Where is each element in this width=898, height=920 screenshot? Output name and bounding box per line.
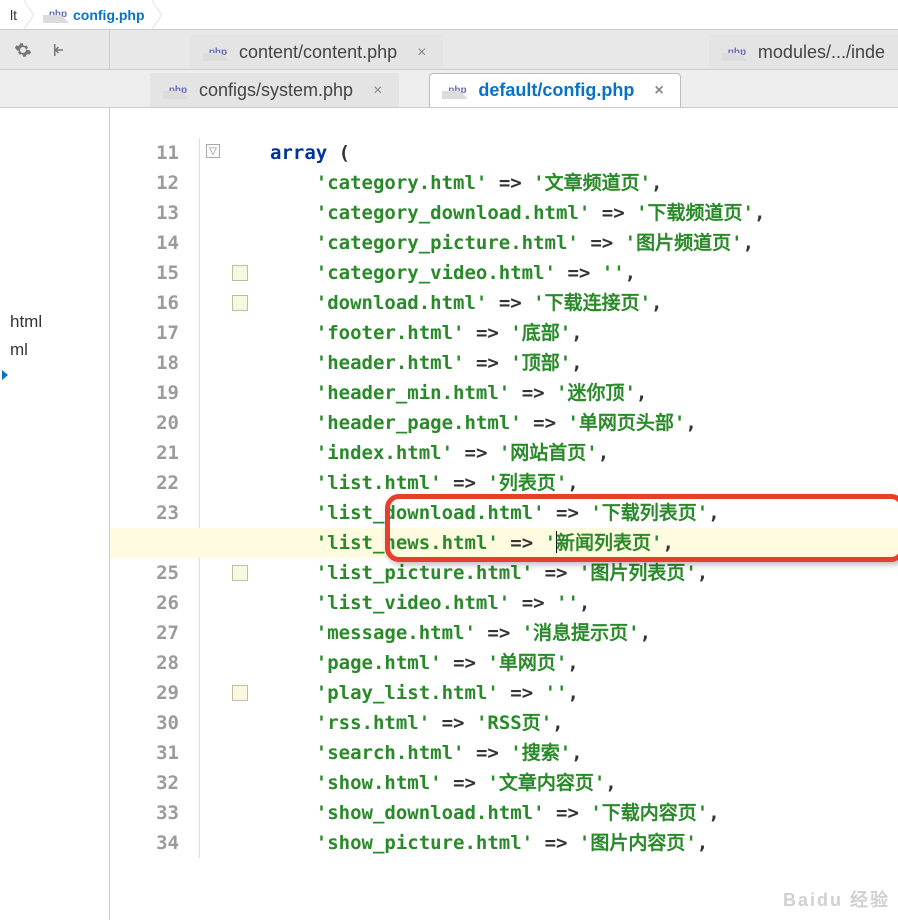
tab-row-2: php configs/system.php × php default/con…	[0, 70, 898, 108]
code-line: 'category_picture.html' => '图片频道页',	[270, 228, 898, 258]
php-file-icon: php	[203, 43, 233, 63]
line-number: 26	[110, 588, 179, 618]
php-file-icon: php	[43, 5, 73, 25]
code-line: 'list_download.html' => '下载列表页',	[270, 498, 898, 528]
code-line: 'header.html' => '顶部',	[270, 348, 898, 378]
line-number: 32	[110, 768, 179, 798]
bookmark-marker[interactable]	[232, 565, 248, 581]
line-number: 15	[110, 258, 179, 288]
breadcrumb-item[interactable]: lt	[0, 0, 33, 29]
tab-label: default/config.php	[478, 80, 634, 101]
code-line: 'show.html' => '文章内容页',	[270, 768, 898, 798]
line-number-gutter: 1112131415161718192021222324252627282930…	[110, 138, 200, 858]
line-number: 19	[110, 378, 179, 408]
php-file-icon: php	[163, 81, 193, 101]
line-number: 22	[110, 468, 179, 498]
tab-config-php-active[interactable]: php default/config.php ×	[429, 73, 680, 107]
line-number: 13	[110, 198, 179, 228]
code-line: 'play_list.html' => '',	[270, 678, 898, 708]
tab-content-php[interactable]: php content/content.php ×	[190, 35, 443, 69]
php-file-icon: php	[722, 43, 752, 63]
line-number: 11	[110, 138, 179, 168]
code-content[interactable]: array ( 'category.html' => '文章频道页', 'cat…	[270, 138, 898, 858]
close-icon[interactable]: ×	[413, 44, 430, 62]
line-number: 29	[110, 678, 179, 708]
project-sidebar: html ml	[0, 108, 110, 920]
code-line: 'show_download.html' => '下载内容页',	[270, 798, 898, 828]
code-line: 'show_picture.html' => '图片内容页',	[270, 828, 898, 858]
breadcrumb-label: lt	[10, 7, 17, 23]
php-file-icon: php	[442, 81, 472, 101]
code-line: 'list_video.html' => '',	[270, 588, 898, 618]
tab-row-1: php content/content.php × php modules/..…	[110, 30, 898, 69]
line-number: 17	[110, 318, 179, 348]
tab-label: content/content.php	[239, 42, 397, 63]
line-number: 25	[110, 558, 179, 588]
code-line: 'message.html' => '消息提示页',	[270, 618, 898, 648]
code-line: 'category.html' => '文章频道页',	[270, 168, 898, 198]
code-line: 'index.html' => '网站首页',	[270, 438, 898, 468]
code-line: 'list_news.html' => '新闻列表页',	[110, 528, 898, 558]
close-icon[interactable]: ×	[369, 82, 386, 100]
tree-item-active[interactable]	[10, 364, 99, 372]
code-line: 'list.html' => '列表页',	[270, 468, 898, 498]
line-number: 14	[110, 228, 179, 258]
bookmark-marker[interactable]	[232, 295, 248, 311]
tree-item[interactable]: ml	[10, 336, 99, 364]
tab-label: configs/system.php	[199, 80, 353, 101]
line-number: 34	[110, 828, 179, 858]
line-number: 18	[110, 348, 179, 378]
breadcrumb-bar: lt php config.php	[0, 0, 898, 30]
code-line: 'rss.html' => 'RSS页',	[270, 708, 898, 738]
code-line: 'header_page.html' => '单网页头部',	[270, 408, 898, 438]
line-number: 23	[110, 498, 179, 528]
code-line: 'page.html' => '单网页',	[270, 648, 898, 678]
line-number: 12	[110, 168, 179, 198]
fold-toggle-icon[interactable]: ▽	[206, 144, 220, 158]
code-editor[interactable]: 1112131415161718192021222324252627282930…	[110, 108, 898, 920]
line-number: 16	[110, 288, 179, 318]
breadcrumb-item-active[interactable]: php config.php	[33, 0, 161, 29]
tab-modules-inde[interactable]: php modules/.../inde	[709, 35, 898, 69]
code-line: 'header_min.html' => '迷你顶',	[270, 378, 898, 408]
line-number: 27	[110, 618, 179, 648]
hide-panel-icon[interactable]	[48, 41, 66, 59]
line-number: 30	[110, 708, 179, 738]
line-number: 20	[110, 408, 179, 438]
code-line: array (	[270, 138, 898, 168]
line-number: 21	[110, 438, 179, 468]
code-line: 'footer.html' => '底部',	[270, 318, 898, 348]
bookmark-marker[interactable]	[232, 265, 248, 281]
code-line: 'category_download.html' => '下载频道页',	[270, 198, 898, 228]
tab-system-php[interactable]: php configs/system.php ×	[150, 73, 399, 107]
code-line: 'category_video.html' => '',	[270, 258, 898, 288]
close-icon[interactable]: ×	[650, 82, 667, 100]
tree-item[interactable]: html	[10, 308, 99, 336]
editor-toolbar	[0, 30, 110, 69]
line-number: 31	[110, 738, 179, 768]
code-line: 'download.html' => '下载连接页',	[270, 288, 898, 318]
bookmark-marker[interactable]	[232, 685, 248, 701]
gear-icon[interactable]	[14, 41, 32, 59]
tab-label: modules/.../inde	[758, 42, 885, 63]
code-line: 'list_picture.html' => '图片列表页',	[270, 558, 898, 588]
breadcrumb-label: config.php	[73, 7, 145, 23]
line-number: 33	[110, 798, 179, 828]
line-number: 28	[110, 648, 179, 678]
code-line: 'search.html' => '搜索',	[270, 738, 898, 768]
